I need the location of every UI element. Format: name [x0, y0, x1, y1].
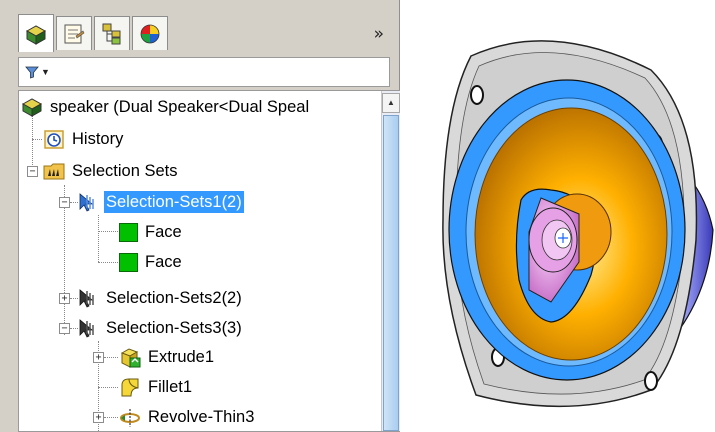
expand-toggle-set2[interactable]: + — [59, 293, 70, 304]
tree-connector — [32, 139, 42, 140]
selection-set-cursor-icon — [79, 289, 94, 308]
selection-set-cursor-icon — [79, 319, 94, 338]
tree-item-label: Face — [145, 223, 182, 241]
tree-connector — [98, 231, 118, 232]
panel-tab-bar: » — [18, 14, 390, 54]
tree-item-selection-sets-1[interactable]: Selection-Sets1(2) — [77, 189, 244, 215]
tree-item-label: Face — [145, 253, 182, 271]
tree-item-label: Revolve-Thin3 — [148, 408, 255, 426]
tree-item-label: Selection Sets — [72, 162, 178, 180]
tree-item-fillet1[interactable]: Fillet1 — [119, 374, 194, 400]
selection-set-cursor-icon — [79, 193, 94, 212]
tree-item-label: speaker (Dual Speaker<Dual Speal — [50, 98, 310, 116]
tree-item-root[interactable]: speaker (Dual Speaker<Dual Speal — [21, 94, 311, 120]
mounting-hole — [644, 371, 658, 391]
feature-manager-icon — [25, 24, 47, 45]
collapse-toggle-selection-sets[interactable]: − — [27, 166, 38, 177]
expand-toggle-revolve[interactable]: + — [93, 412, 104, 423]
tab-display-manager[interactable] — [132, 16, 168, 50]
graphics-viewport[interactable] — [401, 0, 715, 432]
configuration-manager-icon — [102, 23, 121, 44]
vertical-scrollbar[interactable]: ▲ — [381, 91, 400, 431]
tree-item-revolve-thin3[interactable]: Revolve-Thin3 — [119, 404, 256, 430]
property-manager-icon — [64, 24, 85, 43]
tree-item-label: Fillet1 — [148, 378, 193, 396]
feature-tree: − − + − + + speaker (Dual Speaker<Dual S… — [18, 90, 400, 432]
tree-item-label: Selection-Sets2(2) — [106, 289, 242, 307]
filter-bar[interactable]: ▼ — [18, 57, 390, 87]
collapse-toggle-set1[interactable]: − — [59, 197, 70, 208]
tree-item-selection-sets[interactable]: Selection Sets — [43, 158, 179, 184]
feature-manager-panel: » ▼ − − + − + + speaker (Dual Speaker<Du… — [0, 0, 400, 432]
selection-sets-folder-icon — [43, 163, 65, 180]
expand-toggle-extrude[interactable]: + — [93, 352, 104, 363]
tab-feature-manager[interactable] — [18, 14, 54, 52]
face-icon — [119, 223, 138, 242]
tree-item-label: Selection-Sets3(3) — [106, 319, 242, 337]
face-icon — [119, 253, 138, 272]
mounting-hole — [470, 85, 484, 105]
tree-item-face-2[interactable]: Face — [119, 249, 184, 275]
tree-connector — [104, 357, 118, 358]
filter-icon — [25, 66, 39, 79]
scroll-up-button[interactable]: ▲ — [382, 93, 400, 113]
tree-connector — [98, 215, 99, 262]
tree-item-label: Extrude1 — [148, 348, 215, 366]
collapse-toggle-set3[interactable]: − — [59, 323, 70, 334]
tree-item-history[interactable]: History — [43, 126, 125, 152]
extrude-icon — [120, 348, 141, 368]
tree-connector — [98, 262, 118, 263]
part-icon — [21, 98, 43, 117]
tree-item-extrude1[interactable]: Extrude1 — [119, 344, 216, 370]
history-icon — [44, 130, 64, 149]
tabs-overflow-button[interactable]: » — [374, 24, 384, 44]
tree-connector — [104, 417, 118, 418]
scrollbar-thumb[interactable] — [383, 115, 399, 431]
tab-configuration-manager[interactable] — [94, 16, 130, 50]
speaker-model[interactable] — [401, 0, 715, 432]
tree-connector — [98, 387, 118, 388]
fillet-icon — [121, 378, 139, 397]
tree-item-selection-sets-3[interactable]: Selection-Sets3(3) — [77, 315, 244, 341]
tree-item-selection-sets-2[interactable]: Selection-Sets2(2) — [77, 285, 244, 311]
tree-item-label: History — [72, 130, 124, 148]
display-manager-icon — [140, 24, 160, 43]
revolve-icon — [120, 409, 140, 427]
tree-item-label: Selection-Sets1(2) — [104, 191, 244, 213]
tree-item-face-1[interactable]: Face — [119, 219, 184, 245]
tab-property-manager[interactable] — [56, 16, 92, 50]
filter-dropdown-icon[interactable]: ▼ — [41, 67, 50, 77]
